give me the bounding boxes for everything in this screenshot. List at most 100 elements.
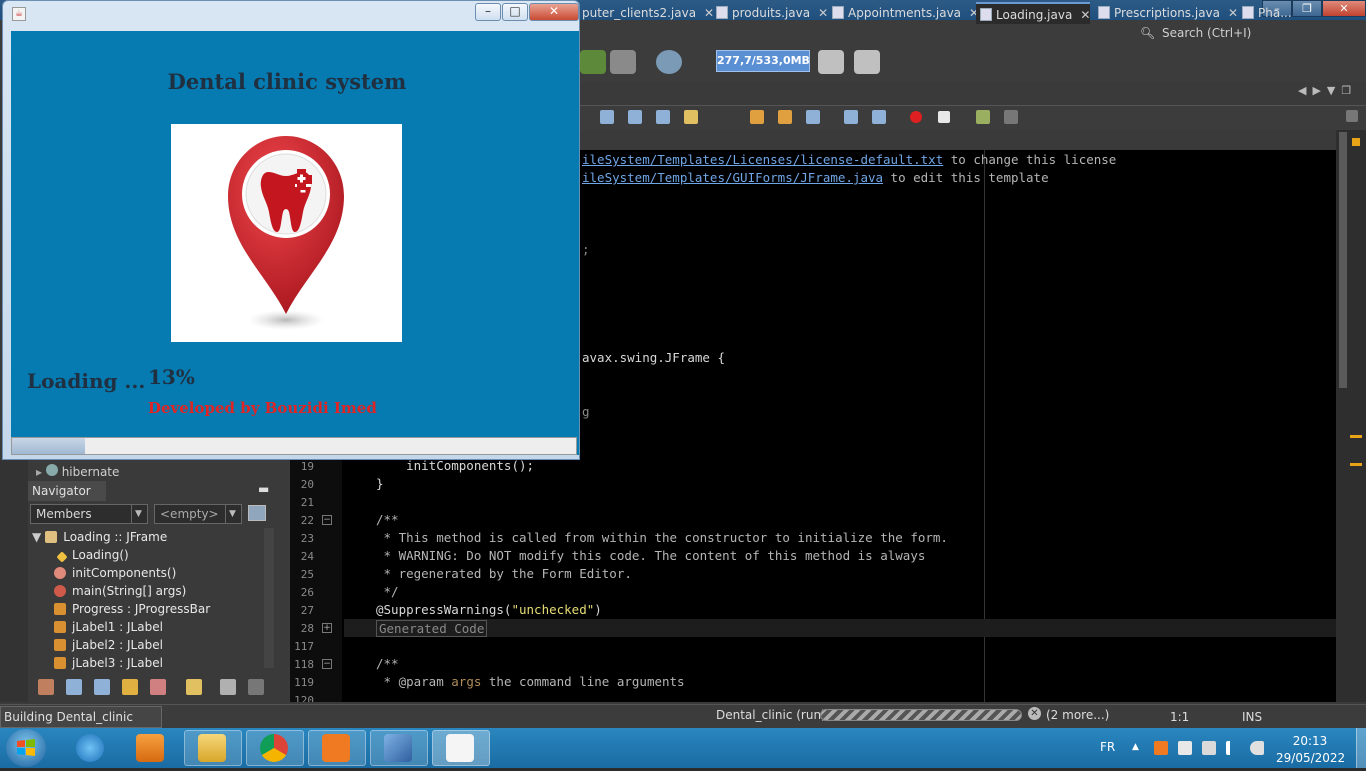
tree-item-class[interactable]: ▼ Loading :: JFrame: [32, 530, 167, 544]
comment-icon[interactable]: [976, 110, 990, 124]
code-param: args: [451, 674, 482, 689]
flag-tray-icon[interactable]: [1178, 741, 1192, 755]
search-input[interactable]: 🔍︎ Search (Ctrl+I): [1136, 24, 1364, 42]
tab-label: Prescriptions.java: [1114, 6, 1221, 20]
show-inner-icon[interactable]: [150, 679, 166, 695]
close-icon[interactable]: ✕: [1228, 2, 1238, 24]
tab-prescriptions[interactable]: Prescriptions.java ✕: [1094, 2, 1238, 24]
close-icon[interactable]: ✕: [1080, 4, 1090, 26]
ide-close-button[interactable]: ✕: [1322, 0, 1366, 17]
filter-select[interactable]: <empty> ▼: [154, 504, 242, 524]
run-project-icon[interactable]: [610, 50, 636, 74]
close-icon[interactable]: ✕: [818, 2, 828, 24]
volume-icon[interactable]: [1250, 741, 1264, 755]
template-link[interactable]: ileSystem/Templates/GUIForms/JFrame.java: [582, 170, 883, 185]
clock-date[interactable]: 29/05/2022: [1276, 751, 1345, 765]
show-static-icon[interactable]: [94, 679, 110, 695]
tree-item-method[interactable]: initComponents(): [54, 566, 176, 580]
tree-item-name: Loading(): [72, 548, 129, 562]
members-select[interactable]: Members ▼: [30, 504, 148, 524]
shift-left-icon[interactable]: [844, 110, 858, 124]
project-tree-item[interactable]: ▸ hibernate: [36, 464, 119, 479]
gc-icon[interactable]: [818, 50, 844, 74]
tree-item-field[interactable]: jLabel1 : JLabel: [54, 620, 163, 634]
tab-navigator[interactable]: Navigator ✕: [28, 481, 106, 518]
tab-loading[interactable]: Loading.java ✕: [976, 2, 1091, 26]
fold-collapse-icon[interactable]: −: [322, 659, 332, 669]
code-line: g: [582, 404, 590, 419]
ide-maximize-button[interactable]: ❐: [1292, 0, 1322, 17]
device-tray-icon[interactable]: [1202, 741, 1216, 755]
show-inherited-icon[interactable]: [38, 679, 54, 695]
language-indicator[interactable]: FR: [1100, 740, 1115, 754]
close-button[interactable]: ✕: [529, 3, 579, 21]
stop-macro-icon[interactable]: [938, 111, 950, 123]
record-macro-icon[interactable]: [910, 111, 922, 123]
scrollbar-thumb[interactable]: [1339, 132, 1347, 388]
next-occurrence-icon[interactable]: [778, 110, 792, 124]
generated-code-fold[interactable]: Generated Code: [376, 620, 488, 637]
profile-icon[interactable]: [656, 50, 682, 74]
build-status[interactable]: Building Dental_clinic (run)...: [0, 706, 162, 744]
minimize-button[interactable]: –: [475, 3, 501, 21]
sort-by-source-icon[interactable]: [248, 679, 264, 695]
tab-puter-clients2[interactable]: puter_clients2.java ✕: [578, 2, 714, 24]
field-icon: [54, 621, 66, 633]
sort-by-name-icon[interactable]: [220, 679, 236, 695]
fqn-icon[interactable]: [186, 679, 202, 695]
gc-2-icon[interactable]: [854, 50, 880, 74]
tree-item-field[interactable]: Progress : JProgressBar: [54, 602, 210, 616]
forward-icon[interactable]: [656, 110, 670, 124]
more-tasks-link[interactable]: (2 more...): [1046, 708, 1109, 722]
xampp-tray-icon[interactable]: [1154, 741, 1168, 755]
tab-navigation-arrows[interactable]: ◀▶▼❐: [1298, 84, 1357, 97]
memory-usage-bar[interactable]: 277,7/533,0MB: [716, 50, 810, 72]
error-stripe-mark[interactable]: [1350, 463, 1362, 466]
bookmark-icon[interactable]: [684, 110, 698, 124]
code-line: initComponents();: [376, 458, 535, 473]
line-number: 21: [300, 496, 314, 509]
code-text: the command line arguments: [481, 674, 685, 689]
tab-pha[interactable]: Pha...: [1238, 2, 1292, 24]
tree-item-method[interactable]: main(String[] args): [54, 584, 186, 598]
tree-item-field[interactable]: jLabel2 : JLabel: [54, 638, 163, 652]
clean-build-icon[interactable]: [580, 50, 606, 74]
tab-appointments[interactable]: Appointments.java ✕: [828, 2, 979, 24]
error-stripe-mark[interactable]: [1350, 435, 1362, 438]
java-file-icon: [980, 8, 992, 21]
show-desktop-button[interactable]: [1356, 728, 1366, 768]
windows-logo-icon: [17, 739, 35, 756]
toggle-highlight-icon[interactable]: [806, 110, 820, 124]
start-button[interactable]: [6, 729, 46, 767]
maximize-button[interactable]: □: [502, 3, 528, 21]
fold-collapse-icon[interactable]: −: [322, 515, 332, 525]
cancel-task-icon[interactable]: ✕: [1028, 707, 1041, 720]
fold-expand-icon[interactable]: +: [322, 623, 332, 633]
shift-right-icon[interactable]: [872, 110, 886, 124]
tray-expand-icon[interactable]: ▲: [1132, 742, 1139, 752]
clock-time[interactable]: 20:13: [1280, 734, 1340, 748]
tab-produits[interactable]: produits.java ✕: [712, 2, 828, 24]
collapse-icon[interactable]: ▼: [32, 530, 41, 544]
uncomment-icon[interactable]: [1004, 110, 1018, 124]
back-icon[interactable]: [628, 110, 642, 124]
internet-explorer-icon[interactable]: [76, 734, 104, 762]
field-icon: [54, 603, 66, 615]
find-icon[interactable]: [600, 110, 614, 124]
license-link[interactable]: ileSystem/Templates/Licenses/license-def…: [582, 152, 943, 167]
field-icon: [54, 639, 66, 651]
media-player-icon[interactable]: [136, 734, 164, 762]
tab-label: Appointments.java: [848, 6, 962, 20]
minimize-icon[interactable]: ▬: [258, 482, 269, 496]
navigator-scrollbar[interactable]: [264, 528, 274, 668]
expand-icon[interactable]: ▸: [36, 465, 42, 479]
prev-occurrence-icon[interactable]: [750, 110, 764, 124]
tree-item-field[interactable]: jLabel3 : JLabel: [54, 656, 163, 670]
show-fields-icon[interactable]: [66, 679, 82, 695]
java-file-icon: [832, 6, 844, 19]
show-nonpublic-icon[interactable]: [122, 679, 138, 695]
split-icon[interactable]: [1346, 110, 1358, 122]
signal-icon[interactable]: [1226, 741, 1240, 755]
tree-item-constructor[interactable]: Loading(): [56, 548, 129, 563]
filter-icon[interactable]: [248, 505, 266, 521]
